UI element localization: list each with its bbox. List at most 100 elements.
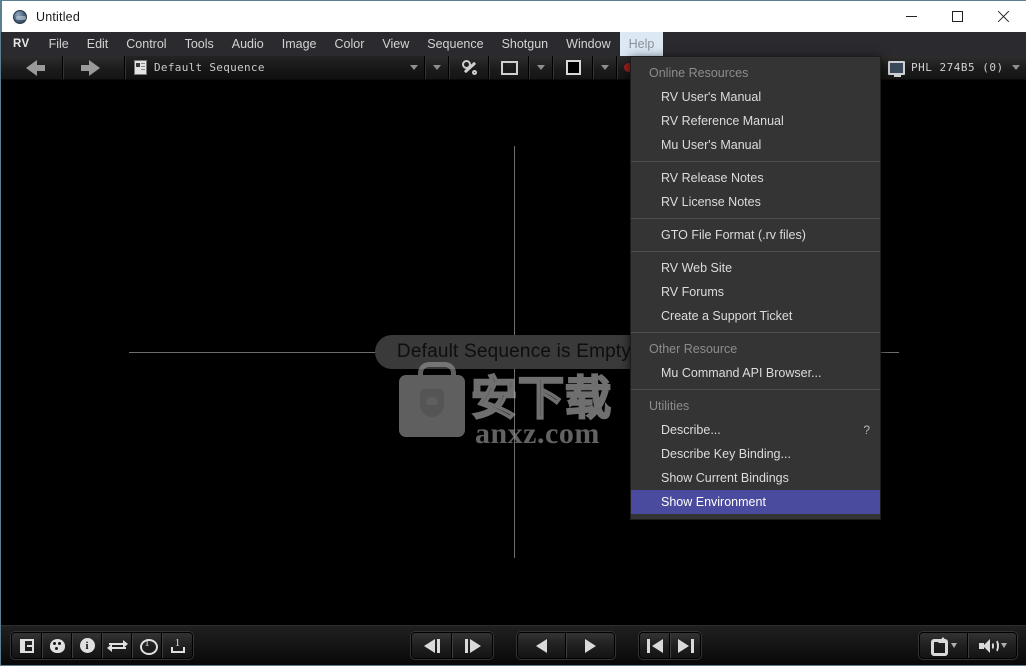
site-watermark: 安下载 anxz.com — [399, 362, 639, 450]
menu-separator — [631, 251, 880, 252]
right-tool-group — [919, 632, 1017, 659]
menu-audio[interactable]: Audio — [223, 32, 273, 56]
menu-item-rv-forums[interactable]: RV Forums — [631, 280, 880, 304]
monitor-selector[interactable]: PHL 274B5 (0) — [879, 56, 1026, 79]
frame-icon — [500, 60, 518, 75]
chevron-down-icon — [433, 65, 441, 70]
menu-bar: RV File Edit Control Tools Audio Image C… — [1, 32, 1026, 56]
briefcase-shield-icon — [399, 362, 465, 437]
minimize-button[interactable] — [888, 1, 934, 33]
menu-item-mu-users-manual[interactable]: Mu User's Manual — [631, 133, 880, 157]
rv-app-icon — [12, 9, 28, 25]
info-button[interactable]: i — [72, 633, 102, 658]
view-fit-dropdown[interactable] — [529, 56, 553, 79]
menu-file[interactable]: File — [40, 32, 78, 56]
menu-separator — [631, 332, 880, 333]
volume-button[interactable] — [968, 633, 1016, 658]
maximize-button[interactable] — [934, 1, 980, 33]
rv-application-window: Untitled RV File Edit Control Tools Audi… — [0, 0, 1026, 666]
watermark-url-text: anxz.com — [475, 417, 600, 450]
menubar-filler — [663, 32, 1026, 56]
chevron-down-icon — [951, 643, 957, 648]
bottom-toolbar: i — [1, 625, 1026, 665]
menu-item-show-environment[interactable]: Show Environment — [631, 490, 880, 514]
menu-item-describe[interactable]: Describe... ? — [631, 418, 880, 442]
transport-play-group — [517, 632, 615, 659]
chevron-down-icon — [1012, 65, 1020, 70]
view-fit-button[interactable] — [489, 56, 529, 79]
step-forward-icon — [464, 638, 481, 653]
menu-control[interactable]: Control — [117, 32, 175, 56]
menu-item-mu-command-api-browser[interactable]: Mu Command API Browser... — [631, 361, 880, 385]
watermark-chinese-text: 安下载 — [470, 371, 612, 425]
step-backward-icon — [423, 638, 440, 653]
window-controls — [888, 1, 1026, 33]
wrench-icon — [461, 60, 477, 75]
inout-range-icon — [170, 637, 186, 653]
menu-tools[interactable]: Tools — [176, 32, 223, 56]
inout-range-button[interactable] — [162, 633, 192, 658]
sequence-label: Default Sequence — [154, 61, 265, 74]
menu-item-create-support-ticket[interactable]: Create a Support Ticket — [631, 304, 880, 328]
menu-sequence[interactable]: Sequence — [418, 32, 492, 56]
menu-item-rv-web-site[interactable]: RV Web Site — [631, 256, 880, 280]
panel-toggle-icon — [19, 638, 34, 653]
menu-item-rv-release-notes[interactable]: RV Release Notes — [631, 166, 880, 190]
menu-color[interactable]: Color — [326, 32, 374, 56]
loop-icon — [930, 637, 948, 656]
menu-window[interactable]: Window — [557, 32, 619, 56]
menu-item-rv-license-notes[interactable]: RV License Notes — [631, 190, 880, 214]
close-button[interactable] — [980, 1, 1026, 33]
menu-item-rv-reference-manual[interactable]: RV Reference Manual — [631, 109, 880, 133]
menu-item-rv-users-manual[interactable]: RV User's Manual — [631, 85, 880, 109]
forward-button[interactable] — [63, 56, 125, 79]
chevron-down-icon — [410, 65, 418, 70]
transport-jump-group — [639, 632, 701, 659]
monitor-icon — [888, 60, 905, 77]
play-forward-icon — [585, 638, 596, 653]
monitor-label: PHL 274B5 (0) — [911, 61, 1004, 74]
swap-arrows-icon — [106, 639, 128, 652]
help-dropdown-menu[interactable]: Online Resources RV User's Manual RV Ref… — [630, 56, 881, 520]
arrow-right-icon — [80, 59, 100, 76]
sequence-selector[interactable]: Default Sequence — [125, 56, 425, 79]
color-swatch-icon — [565, 60, 581, 75]
step-forward-button[interactable] — [452, 633, 492, 658]
color-palette-button[interactable] — [42, 633, 72, 658]
play-backward-icon — [536, 638, 547, 653]
menu-view[interactable]: View — [373, 32, 418, 56]
frame-number-button[interactable] — [132, 633, 162, 658]
color-swatch-dropdown[interactable] — [593, 56, 617, 79]
frame-number-icon — [139, 638, 158, 655]
menu-edit[interactable]: Edit — [78, 32, 118, 56]
menu-item-show-current-bindings[interactable]: Show Current Bindings — [631, 466, 880, 490]
sequence-dropdown-button[interactable] — [425, 56, 449, 79]
menu-separator — [631, 161, 880, 162]
swap-button[interactable] — [102, 633, 132, 658]
menu-help[interactable]: Help — [619, 32, 664, 56]
menu-item-describe-shortcut: ? — [863, 423, 870, 437]
loop-button[interactable] — [920, 633, 968, 658]
title-bar: Untitled — [1, 0, 1026, 32]
back-button[interactable] — [1, 56, 63, 79]
play-forward-button[interactable] — [566, 633, 614, 658]
menu-shotgun[interactable]: Shotgun — [493, 32, 558, 56]
shield-icon — [420, 389, 444, 417]
minimize-icon — [905, 16, 917, 17]
menu-image[interactable]: Image — [273, 32, 326, 56]
chevron-down-icon — [537, 65, 545, 70]
menu-section-online-resources: Online Resources — [649, 66, 749, 80]
info-icon: i — [79, 638, 95, 653]
menu-item-describe-key-binding[interactable]: Describe Key Binding... — [631, 442, 880, 466]
skip-to-start-button[interactable] — [640, 633, 670, 658]
play-backward-button[interactable] — [518, 633, 566, 658]
menu-item-gto-file-format[interactable]: GTO File Format (.rv files) — [631, 223, 880, 247]
panel-toggle-button[interactable] — [12, 633, 42, 658]
window-title: Untitled — [36, 9, 80, 24]
tools-button[interactable] — [449, 56, 489, 79]
step-backward-button[interactable] — [412, 633, 452, 658]
skip-to-end-button[interactable] — [670, 633, 700, 658]
close-icon — [997, 11, 1009, 23]
color-swatch-button[interactable] — [553, 56, 593, 79]
left-tool-group: i — [11, 632, 193, 659]
